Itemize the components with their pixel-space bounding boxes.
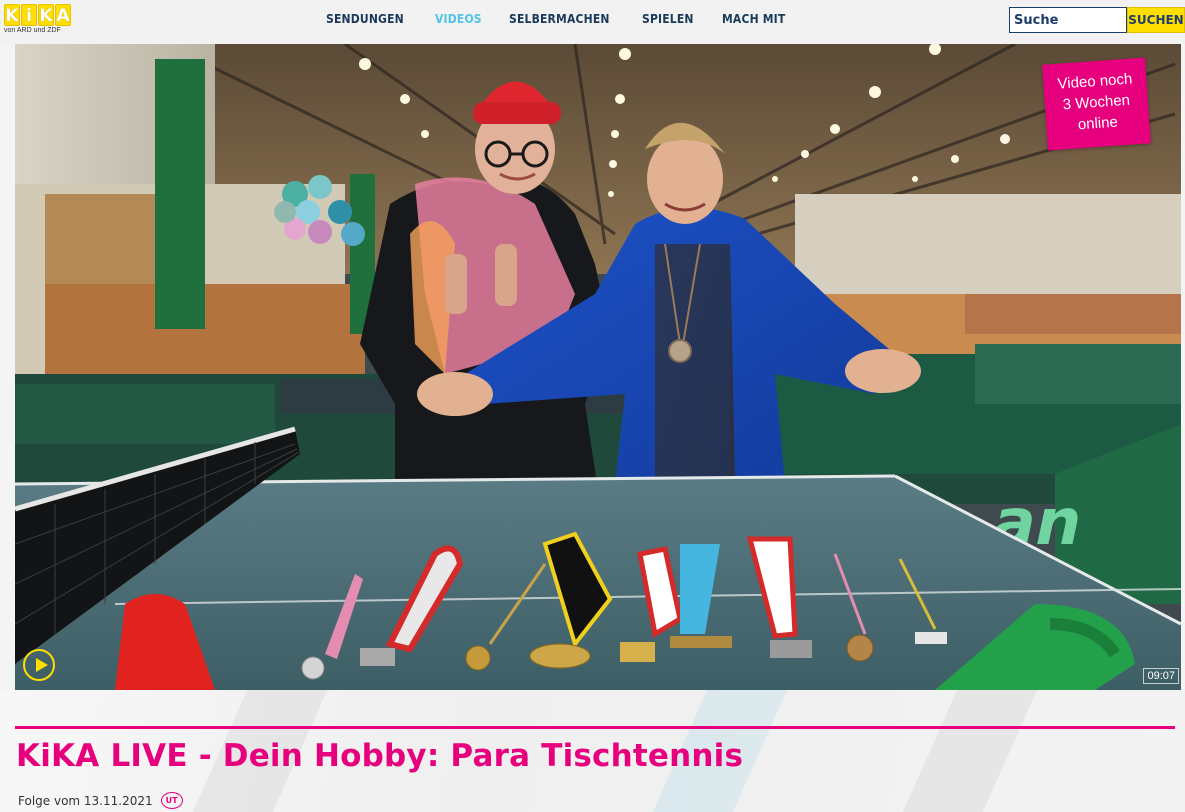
search-bar: SUCHEN [1009,7,1185,33]
logo-letter: K [4,4,20,26]
kika-logo[interactable]: K i K A von ARD und ZDF [4,4,74,40]
logo-letter: A [55,4,71,26]
subtitle-badge: UT [160,792,183,809]
episode-date: Folge vom 13.11.2021 [18,793,153,808]
video-duration: 09:07 [1143,668,1179,684]
availability-badge: Video noch 3 Wochen online [1042,57,1151,151]
logo-letter: K [38,4,54,26]
nav-item-spielen[interactable]: SPIELEN [642,12,694,26]
title-divider [15,726,1175,729]
episode-info: KiKA LIVE - Dein Hobby: Para Tischtennis… [0,690,1185,812]
main-nav: SENDUNGEN VIDEOS SELBERMACHEN SPIELEN MA… [326,12,814,26]
site-header: K i K A von ARD und ZDF SENDUNGEN VIDEOS… [0,0,1185,44]
nav-item-mach-mit[interactable]: MACH MIT [722,12,785,26]
nav-item-selbermachen[interactable]: SELBERMACHEN [509,12,610,26]
search-button[interactable]: SUCHEN [1127,7,1185,33]
search-input[interactable] [1009,7,1127,33]
logo-subtitle: von ARD und ZDF [4,27,61,34]
video-thumbnail: an [15,44,1181,690]
logo-mark: K i K A [4,4,74,26]
nav-item-sendungen[interactable]: SENDUNGEN [326,12,404,26]
episode-title: KiKA LIVE - Dein Hobby: Para Tischtennis [16,738,744,774]
logo-letter: i [21,4,37,26]
background-stripe [902,690,1038,812]
play-circle-icon[interactable] [23,649,55,681]
nav-item-videos[interactable]: VIDEOS [435,12,482,26]
episode-meta: Folge vom 13.11.2021 UT [18,792,183,809]
video-player[interactable]: an Video noch 3 Wochen online 09:07 [15,44,1181,690]
